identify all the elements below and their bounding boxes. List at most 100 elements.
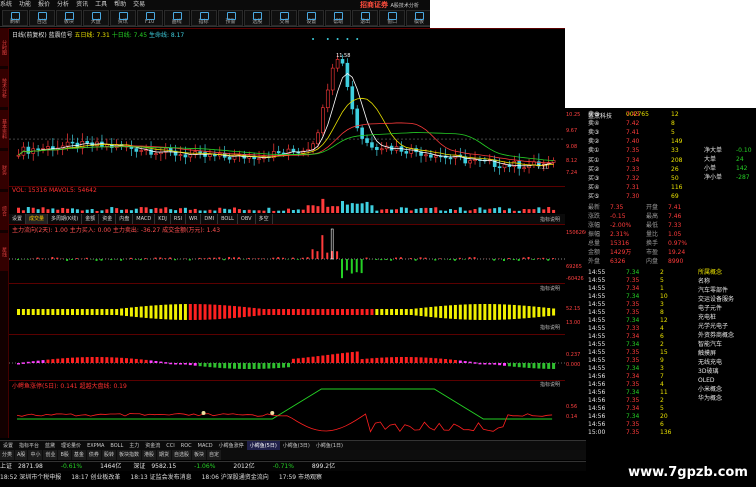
stat-label: 振幅 <box>588 231 601 238</box>
indicator-tab[interactable]: WR <box>186 214 202 224</box>
ticker-item[interactable]: 17:59 市场观察 <box>279 471 322 485</box>
toolbar-button[interactable]: 大盘 <box>82 10 109 26</box>
page-tab[interactable]: 板块 <box>192 450 207 460</box>
momentum-bar <box>478 362 482 365</box>
menu-item[interactable]: 分析 <box>57 0 69 10</box>
flow-value: 142 <box>736 165 748 172</box>
indicator-tab[interactable]: BOLL <box>218 214 238 224</box>
concept-item: 无线充电 <box>698 359 723 366</box>
volume-bar <box>512 210 516 213</box>
menu-item[interactable]: 工具 <box>95 0 107 10</box>
menu-item[interactable]: 交易 <box>133 0 145 10</box>
page-tab[interactable]: A股 <box>15 450 28 460</box>
page-tab[interactable]: 自选股 <box>172 450 192 460</box>
indicator-tab[interactable]: RSI <box>171 214 186 224</box>
momentum-bar <box>336 353 340 363</box>
panel5-hint[interactable]: 指标说明 <box>540 381 560 388</box>
page-tab[interactable]: 创业 <box>43 450 58 460</box>
indicator-tab[interactable]: 成交量 <box>26 214 49 224</box>
menu-item[interactable]: 系统 <box>0 0 12 10</box>
indicator-tab[interactable]: 内盘 <box>116 214 134 224</box>
toolbar-button[interactable]: 刷新 <box>2 10 28 26</box>
toolbar-button[interactable]: 设置 <box>298 10 325 26</box>
kline-panel[interactable]: 11.58 7.11 <box>9 28 565 187</box>
menu-item[interactable]: 报价 <box>38 0 50 10</box>
ticker-item[interactable]: 18:13 证监会发布消息 <box>130 471 191 485</box>
sidebar-tab[interactable]: 综合 <box>0 192 8 230</box>
menu-item[interactable]: 资讯 <box>76 0 88 10</box>
panel2-hint[interactable]: 指标说明 <box>540 216 560 223</box>
flow-bar <box>424 257 427 259</box>
ticker-item[interactable]: 18:52 深圳市个税申报 <box>0 471 61 485</box>
page-tab[interactable]: 基金 <box>71 450 86 460</box>
toolbar-button[interactable]: 板块 <box>55 10 82 26</box>
toolbar-button[interactable]: 资讯 <box>109 10 136 26</box>
trend-bar <box>537 306 541 318</box>
indicator-panel-yellow[interactable] <box>9 283 565 334</box>
page-tab[interactable]: 分类 <box>0 450 15 460</box>
toolbar-button[interactable]: 模板 <box>406 10 432 26</box>
momentum-bar <box>296 358 300 363</box>
kline-chart[interactable]: 11.58 7.11 <box>9 29 565 187</box>
menu-item[interactable]: 帮助 <box>114 0 126 10</box>
panel3-hint[interactable]: 指标说明 <box>540 285 560 292</box>
toolbar-icon <box>199 12 209 20</box>
volume-bar <box>409 210 413 213</box>
axis-label: 9.67 <box>566 128 578 134</box>
indicator-tab[interactable]: KDJ <box>155 214 171 224</box>
sidebar-tab[interactable]: 分时图 <box>0 28 8 66</box>
page-tab[interactable]: 期货 <box>156 450 171 460</box>
trend-bar <box>419 307 423 317</box>
flow-bar <box>453 259 456 261</box>
ticker-item[interactable]: 18:06 沪深股通资金流向 <box>202 471 269 485</box>
indicator-tab[interactable]: 设置 <box>9 214 27 224</box>
menu-item[interactable]: 功能 <box>19 0 31 10</box>
trend-bar <box>311 309 315 315</box>
indicator-tab[interactable]: OBV <box>238 214 256 224</box>
sidebar-tab[interactable]: 基本资料 <box>0 110 8 148</box>
toolbar-icon <box>145 12 155 20</box>
concept-item: 智能汽车 <box>698 341 723 348</box>
toolbar-button[interactable]: 帮助 <box>325 10 352 26</box>
indicator-tab[interactable]: 资金 <box>99 214 117 224</box>
stat-value: 8990 <box>668 258 684 265</box>
trend-bar <box>233 306 236 318</box>
toolbar-button[interactable]: 窗口 <box>379 10 406 26</box>
page-tab[interactable]: B股 <box>58 450 71 460</box>
panel4-hint[interactable]: 指标说明 <box>540 324 560 331</box>
ticker-item[interactable]: 18:17 创业板改革 <box>71 471 120 485</box>
page-tab[interactable]: 港股 <box>141 450 156 460</box>
toolbar-button[interactable]: 退出 <box>352 10 379 26</box>
trend-bar <box>144 306 148 318</box>
page-tab[interactable]: 股转 <box>101 450 116 460</box>
flow-bar <box>291 257 294 259</box>
candle <box>517 161 522 169</box>
indicator-panel-magenta[interactable] <box>9 334 565 381</box>
page-tab[interactable]: 板块指数 <box>116 450 141 460</box>
toolbar-button[interactable]: F10 <box>136 10 163 26</box>
page-tab[interactable]: 债券 <box>86 450 101 460</box>
indicator-tab[interactable]: MACD <box>133 214 156 224</box>
order-volume: 116 <box>671 184 683 191</box>
indicator-tab[interactable]: 多周期(K线) <box>48 214 83 224</box>
candle <box>379 148 384 151</box>
sidebar-tab[interactable]: 财务 <box>0 151 8 189</box>
indicator-tab[interactable]: 金额 <box>82 214 100 224</box>
flow-label: 小单 <box>704 165 717 172</box>
sidebar-tab[interactable]: 技术分析 <box>0 69 8 107</box>
toolbar-button[interactable]: 指标 <box>190 10 217 26</box>
page-tab[interactable]: 中小 <box>28 450 43 460</box>
flow-row: 大单 24 <box>586 155 756 164</box>
page-tab[interactable]: 自定 <box>207 450 222 460</box>
toolbar-button[interactable]: 画线 <box>163 10 190 26</box>
sidebar-tab[interactable]: 星线 <box>0 233 8 271</box>
flow-bar <box>237 257 240 259</box>
flow-bar <box>522 257 525 259</box>
indicator-tab[interactable]: 多空 <box>256 214 273 224</box>
toolbar-button[interactable]: 预警 <box>217 10 244 26</box>
toolbar-button[interactable]: 选股 <box>244 10 271 26</box>
trend-bar <box>517 305 521 319</box>
indicator-tab[interactable]: DMI <box>201 214 219 224</box>
toolbar-button[interactable]: 交易 <box>271 10 298 26</box>
toolbar-button[interactable]: 自选 <box>28 10 55 26</box>
